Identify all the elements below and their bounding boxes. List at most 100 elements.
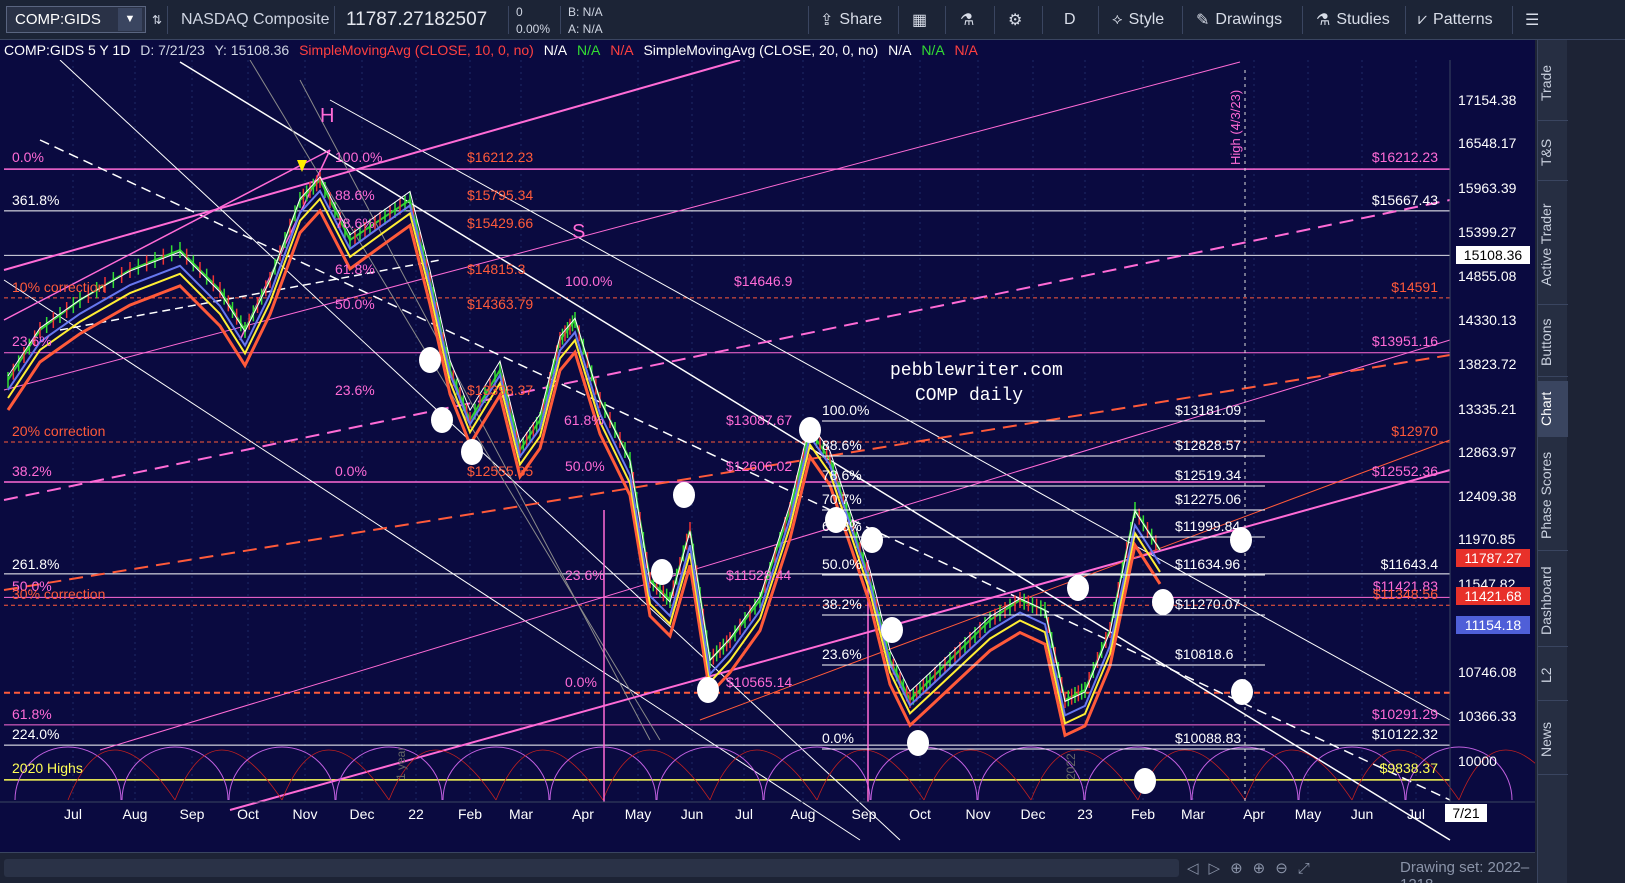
pivot-marker bbox=[881, 617, 903, 643]
side-tab-t-s[interactable]: T&S bbox=[1538, 125, 1568, 181]
price-flag-label: 11421.68 bbox=[1464, 588, 1522, 604]
time-axis-label: Jun bbox=[1351, 806, 1374, 822]
price-chart[interactable]: pebblewriter.com COMP daily H S High (4/3/23… bbox=[0, 40, 1535, 852]
side-tab-news[interactable]: News bbox=[1538, 705, 1568, 775]
price-axis-label: 15399.27 bbox=[1458, 224, 1517, 240]
studies-button[interactable]: ⚗ Studies bbox=[1316, 0, 1390, 40]
fib-top-label: 50.0% bbox=[335, 296, 375, 312]
fib-mid-label: $10565.14 bbox=[726, 674, 792, 690]
chart-area[interactable]: COMP:GIDS 5 Y 1D D: 7/21/23 Y: 15108.36 … bbox=[0, 40, 1535, 883]
time-axis-label: Sep bbox=[852, 806, 877, 822]
side-tab-l2[interactable]: L2 bbox=[1538, 651, 1568, 701]
share-icon: ⇪ bbox=[820, 12, 834, 29]
grid-icon: ▦ bbox=[912, 12, 928, 29]
time-axis-label: Apr bbox=[1243, 806, 1265, 822]
link-icon[interactable]: ⇅ bbox=[152, 0, 162, 40]
fib-top-label: $14363.79 bbox=[467, 296, 533, 312]
right-level-label: $15667.43 bbox=[1372, 192, 1438, 208]
price-axis-label: 15963.39 bbox=[1458, 180, 1517, 196]
cycle-arc bbox=[228, 746, 336, 801]
pivot-marker bbox=[1134, 768, 1156, 794]
price-line bbox=[7, 178, 1161, 702]
side-tab-trade[interactable]: Trade bbox=[1538, 46, 1568, 121]
fib-mid-label: 0.0% bbox=[565, 674, 597, 690]
pivot-marker bbox=[799, 417, 821, 443]
side-tab-chart[interactable]: Chart bbox=[1538, 381, 1568, 437]
studies-label: Studies bbox=[1336, 11, 1390, 28]
period-label: D bbox=[1064, 11, 1076, 28]
last-price: 11787.27182507 bbox=[346, 9, 488, 30]
left-level-label: 361.8% bbox=[12, 192, 59, 208]
cycle-arc-red bbox=[281, 749, 390, 801]
fib-top-label: $16212.23 bbox=[467, 149, 533, 165]
time-axis-label: Nov bbox=[293, 806, 318, 822]
symbol-dropdown-button[interactable]: ▼ bbox=[118, 8, 142, 31]
cycle-arc bbox=[549, 746, 657, 801]
pivot-marker bbox=[419, 347, 441, 373]
app-window: COMP:GIDS ▼ ⇅ NASDAQ Composite 11787.271… bbox=[0, 0, 1625, 883]
time-axis-label: Nov bbox=[966, 806, 991, 822]
left-level-label: 23.6% bbox=[12, 333, 52, 349]
fib-right-label: 78.6% bbox=[822, 467, 862, 483]
right-level-label: $10122.32 bbox=[1372, 726, 1438, 742]
year-label: 2022 bbox=[1064, 753, 1078, 780]
chart-title: COMP:GIDS 5 Y 1D bbox=[4, 42, 131, 58]
cycle-arc-red bbox=[816, 749, 925, 801]
chart-scrollbar[interactable] bbox=[4, 859, 1179, 877]
cursor-value: Y: 15108.36 bbox=[214, 42, 290, 58]
right-level-label: $11348.56 bbox=[1373, 586, 1438, 602]
price-axis-label: 11970.85 bbox=[1458, 531, 1516, 547]
time-axis-label: Jun bbox=[681, 806, 704, 822]
cycle-arc-red bbox=[174, 749, 283, 801]
fib-mid-label: 100.0% bbox=[565, 273, 612, 289]
time-axis-label: Aug bbox=[123, 806, 148, 822]
style-button[interactable]: ⟡ Style bbox=[1112, 0, 1164, 40]
year-label: 1 year bbox=[394, 747, 408, 780]
pivot-marker bbox=[907, 730, 929, 756]
time-axis-label: Dec bbox=[1021, 806, 1046, 822]
pivot-marker bbox=[673, 482, 695, 508]
pivot-marker bbox=[461, 439, 483, 465]
ask-value: A: N/A bbox=[568, 22, 603, 36]
fib-mid-label: 50.0% bbox=[565, 458, 605, 474]
patterns-button[interactable]: ⩗ Patterns bbox=[1418, 0, 1493, 40]
menu-button[interactable]: ☰ bbox=[1525, 0, 1539, 40]
price-axis-label: 12409.38 bbox=[1458, 488, 1517, 504]
price-axis-label: 10746.08 bbox=[1458, 664, 1517, 680]
period-button[interactable]: D bbox=[1064, 0, 1076, 40]
price-flag-label: 11787.27 bbox=[1464, 550, 1522, 566]
side-tab-active-trader[interactable]: Active Trader bbox=[1538, 185, 1568, 305]
fib-top-label: 78.6% bbox=[335, 215, 375, 231]
flask-button[interactable]: ⚗ bbox=[960, 0, 974, 40]
pencil-icon: ✎ bbox=[1196, 12, 1210, 29]
share-button[interactable]: ⇪ Share bbox=[820, 0, 882, 40]
left-level-label: 30% correction bbox=[12, 586, 105, 602]
time-flag-label: 7/21 bbox=[1452, 805, 1479, 821]
cycle-arc-red bbox=[1244, 749, 1353, 801]
pivot-marker bbox=[1067, 575, 1089, 601]
cycle-arc bbox=[656, 746, 764, 801]
pivot-marker bbox=[1230, 527, 1252, 553]
pivot-marker bbox=[861, 527, 883, 553]
time-axis-label: Aug bbox=[791, 806, 816, 822]
side-tab-dashboard[interactable]: Dashboard bbox=[1538, 555, 1568, 647]
cycle-arc bbox=[870, 746, 978, 801]
grid-layout-button[interactable]: ▦ bbox=[912, 0, 927, 40]
zoom-controls[interactable]: ◁▷⊕⊕⊖⤢ bbox=[1187, 859, 1320, 877]
trend-line bbox=[3, 61, 1241, 391]
left-level-label: 10% correction bbox=[12, 279, 105, 295]
sma20-label: SimpleMovingAvg (CLOSE, 20, 0, no) bbox=[643, 42, 879, 58]
fib-right-label: 88.6% bbox=[822, 437, 862, 453]
fib-mid-label: $13087.67 bbox=[726, 412, 792, 428]
side-tab-buttons[interactable]: Buttons bbox=[1538, 309, 1568, 377]
time-axis-label: 23 bbox=[1077, 806, 1093, 822]
drawings-button[interactable]: ✎ Drawings bbox=[1196, 0, 1282, 40]
settings-button[interactable]: ⚙ bbox=[1008, 0, 1022, 40]
style-label: Style bbox=[1128, 11, 1165, 28]
left-level-label: 61.8% bbox=[12, 706, 52, 722]
right-level-label: $9838.37 bbox=[1380, 760, 1439, 776]
side-tab-phase-scores[interactable]: Phase Scores bbox=[1538, 441, 1568, 551]
price-axis-label: 14330.13 bbox=[1458, 312, 1517, 328]
pivot-marker bbox=[1152, 589, 1174, 615]
instrument-name: NASDAQ Composite bbox=[181, 11, 330, 28]
